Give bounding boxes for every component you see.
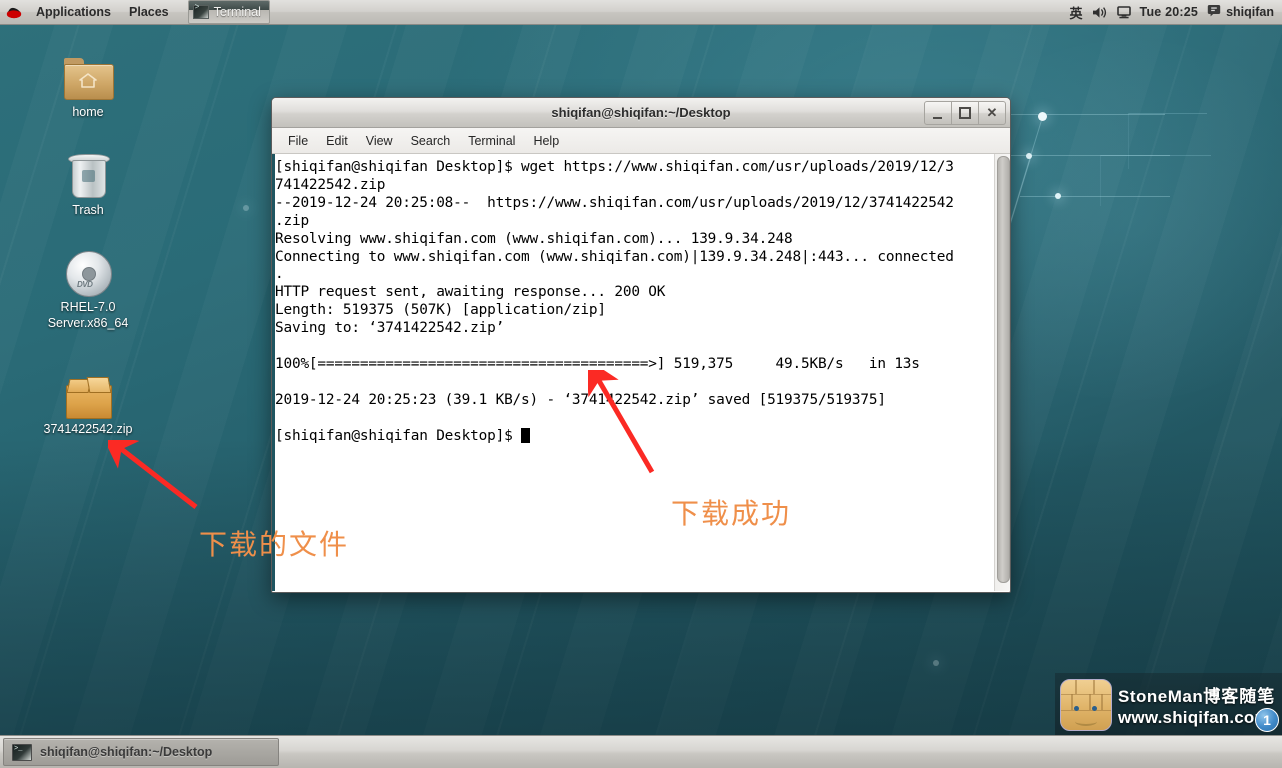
- desktop-screen: Applications Places Terminal 英: [0, 0, 1282, 768]
- watermark-text: StoneMan博客随笔 www.shiqifan.com: [1118, 682, 1275, 728]
- menu-places[interactable]: Places: [120, 0, 178, 24]
- user-icon: [1207, 4, 1221, 20]
- terminal-cursor: [521, 427, 531, 443]
- wallpaper-net-dot-3: [1055, 193, 1061, 199]
- close-button[interactable]: ✕: [979, 101, 1006, 125]
- desktop-icon-trash[interactable]: Trash: [32, 146, 144, 218]
- terminal-scrollbar[interactable]: [994, 154, 1010, 591]
- top-panel-spacer: [270, 0, 1070, 24]
- annotation-arrow-to-file: [108, 440, 198, 509]
- terminal-scrollbar-thumb[interactable]: [997, 156, 1010, 583]
- desktop-icon-zip-art: [32, 365, 144, 419]
- terminal-icon: [192, 3, 209, 19]
- folder-icon: [64, 58, 114, 100]
- watermark-brand: StoneMan博客随笔: [1118, 682, 1275, 707]
- wallpaper-net-line-1: [1000, 114, 1165, 115]
- terminal-menubar: File Edit View Search Terminal Help: [272, 128, 1010, 154]
- watermark-brand-cn: 博客随笔: [1203, 686, 1276, 706]
- terminal-icon: [12, 743, 32, 761]
- window-button-label: Terminal: [213, 5, 261, 19]
- desktop-icon-trash-label: Trash: [72, 203, 104, 217]
- menu-search[interactable]: Search: [403, 131, 459, 151]
- annotation-arrow-to-progress: [588, 370, 655, 474]
- wallpaper-net-dot-2: [1026, 153, 1032, 159]
- wallpaper-net-line-3: [1020, 196, 1170, 197]
- desktop-icon-rhel-dvd-label: RHEL-7.0 Server.x86_64: [47, 300, 129, 330]
- menu-applications[interactable]: Applications: [27, 0, 120, 24]
- top-panel-status-area: 英 Tue 20:25 shiqifan: [1070, 0, 1274, 24]
- input-method-indicator[interactable]: 英: [1070, 3, 1083, 22]
- maximize-button[interactable]: [952, 101, 979, 125]
- redhat-logo-icon[interactable]: [6, 5, 22, 19]
- menu-terminal[interactable]: Terminal: [460, 131, 523, 151]
- top-panel: Applications Places Terminal 英: [0, 0, 1282, 25]
- site-watermark: StoneMan博客随笔 www.shiqifan.com 1: [1055, 673, 1282, 736]
- desktop-icon-home-art: [32, 48, 144, 100]
- wallpaper-net-line-2: [1010, 155, 1170, 156]
- terminal-window[interactable]: shiqifan@shiqifan:~/Desktop ✕ File Edit …: [271, 97, 1011, 593]
- annotation-download-success: 下载成功: [671, 497, 792, 530]
- wallpaper-net-dot-1: [1038, 112, 1047, 121]
- trash-icon: [68, 154, 110, 198]
- archive-icon: [66, 377, 112, 419]
- window-button-terminal[interactable]: Terminal: [187, 0, 270, 24]
- menu-edit[interactable]: Edit: [318, 131, 356, 151]
- watermark-url: www.shiqifan.com: [1118, 707, 1270, 727]
- desktop-icon-home-label: home: [72, 105, 104, 119]
- desktop-icon-home[interactable]: home: [32, 48, 144, 120]
- wallpaper-net-dot-5: [243, 205, 249, 211]
- user-name: shiqifan: [1226, 5, 1274, 19]
- user-menu[interactable]: shiqifan: [1207, 4, 1274, 20]
- menu-file[interactable]: File: [280, 131, 316, 151]
- annotation-downloaded-file: 下载的文件: [199, 528, 350, 561]
- desktop-icon-trash-art: [32, 146, 144, 198]
- bottom-panel: shiqifan@shiqifan:~/Desktop: [0, 735, 1282, 768]
- volume-icon[interactable]: [1092, 6, 1108, 19]
- watermark-badge: 1: [1255, 708, 1279, 732]
- taskbar-item-terminal[interactable]: shiqifan@shiqifan:~/Desktop: [3, 738, 279, 766]
- taskbar-item-label: shiqifan@shiqifan:~/Desktop: [40, 745, 213, 759]
- desktop-icon-zip[interactable]: 3741422542.zip: [32, 365, 144, 437]
- panel-clock[interactable]: Tue 20:25: [1140, 5, 1199, 19]
- desktop-icon-zip-label: 3741422542.zip: [43, 422, 133, 436]
- dvd-icon: DVD: [66, 251, 112, 297]
- terminal-title: shiqifan@shiqifan:~/Desktop: [551, 105, 731, 120]
- window-controls: ✕: [924, 101, 1006, 125]
- desktop-icon-rhel-dvd[interactable]: DVD RHEL-7.0 Server.x86_64: [32, 243, 144, 331]
- menu-help[interactable]: Help: [525, 131, 567, 151]
- terminal-prompt: [shiqifan@shiqifan Desktop]$: [275, 427, 522, 444]
- stoneman-logo-icon: [1060, 678, 1112, 731]
- watermark-brand-en: StoneMan: [1118, 686, 1204, 706]
- menu-view[interactable]: View: [358, 131, 401, 151]
- display-icon[interactable]: [1116, 5, 1131, 19]
- wallpaper-net-box-2: [1100, 155, 1211, 206]
- top-panel-left: Applications Places Terminal: [0, 0, 270, 24]
- terminal-titlebar[interactable]: shiqifan@shiqifan:~/Desktop ✕: [272, 98, 1010, 128]
- desktop-icon-rhel-dvd-art: DVD: [32, 243, 144, 297]
- minimize-button[interactable]: [924, 101, 952, 125]
